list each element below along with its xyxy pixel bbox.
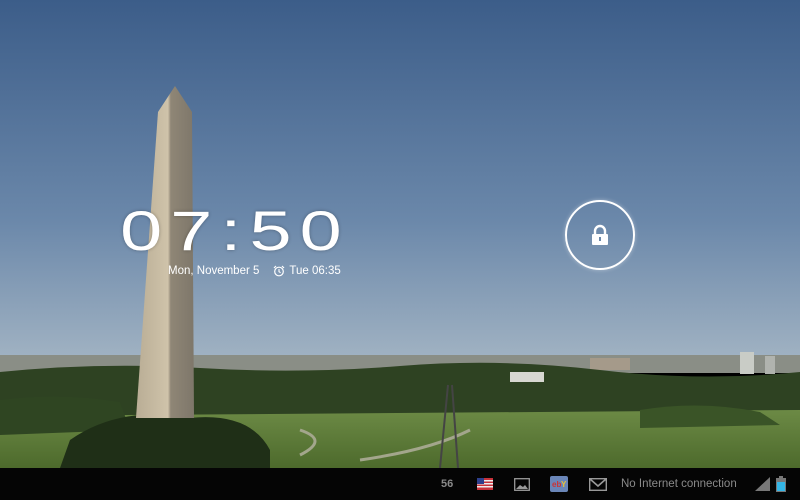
clock-time: 07:50 bbox=[120, 199, 350, 262]
date-row: Mon, November 5 Tue 06:35 bbox=[168, 265, 341, 277]
battery-icon[interactable] bbox=[776, 468, 786, 500]
ebay-icon[interactable]: eb Y bbox=[550, 468, 568, 500]
flag-icon[interactable] bbox=[477, 468, 493, 500]
alarm-time: Tue 06:35 bbox=[289, 265, 341, 277]
unlock-handle[interactable] bbox=[565, 200, 635, 270]
status-bar: 56 eb Y No Internet connection bbox=[0, 468, 800, 500]
signal-icon[interactable] bbox=[755, 468, 770, 500]
svg-text:Y: Y bbox=[561, 480, 567, 489]
next-alarm: Tue 06:35 bbox=[273, 265, 341, 277]
alarm-clock-icon bbox=[273, 265, 285, 277]
sky bbox=[0, 0, 800, 368]
connection-status[interactable]: No Internet connection bbox=[621, 468, 737, 500]
notification-count[interactable]: 56 bbox=[441, 468, 453, 500]
date-label: Mon, November 5 bbox=[168, 265, 260, 277]
gmail-icon[interactable] bbox=[589, 468, 607, 500]
lock-icon bbox=[592, 224, 608, 245]
image-icon[interactable] bbox=[514, 468, 530, 500]
